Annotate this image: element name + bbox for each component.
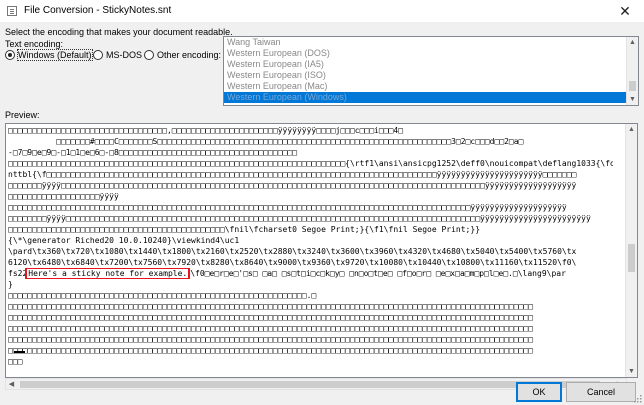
preview-line: □□□□□□□□ÿÿÿÿ□□□□□□□□□□□□□□□□□□□□□□□□□□□□…	[8, 214, 591, 223]
preview-line: □□□□□□□#□□□□C□□□□□□□S□□□□□□□□□□□□□□□□□□□…	[8, 137, 524, 146]
preview-text: □□□□□□□□□□□□□□□□□□□□□□□□□□□□□□□□□,□□□□□□…	[8, 125, 613, 367]
scroll-thumb[interactable]	[629, 81, 636, 91]
preview-line: □□□□□□□□□□□□□□□□□□□□□□□□□□□□□□□□□,□□□□□□…	[8, 126, 403, 135]
close-button[interactable]: ✕	[610, 1, 640, 21]
radio-label: MS-DOS	[106, 50, 142, 60]
preview-line: □□□	[8, 357, 23, 366]
cancel-button[interactable]: Cancel	[566, 382, 636, 402]
preview-pane[interactable]: □□□□□□□□□□□□□□□□□□□□□□□□□□□□□□□□□,□□□□□□…	[5, 123, 638, 378]
encoding-option[interactable]: Western European (DOS)	[224, 48, 638, 59]
text-cursor	[14, 351, 25, 353]
radio-selected-icon	[5, 50, 15, 60]
scroll-thumb[interactable]	[628, 244, 635, 272]
encoding-option[interactable]: Western European (Mac)	[224, 81, 638, 92]
radio-unselected-icon	[144, 50, 154, 60]
highlighted-note-text: Here's a sticky note for example.	[25, 268, 191, 279]
radio-unselected-icon	[93, 50, 103, 60]
preview-line: □□□□□□□ÿÿÿÿ□□□□□□□□□□□□□□□□□□□□□□□□□□□□□…	[8, 181, 577, 190]
preview-line: □□□□□□□□□□□□□□□□□□□□□□□□□□□□□□□□□□□□□□□□…	[8, 159, 613, 168]
document-icon	[7, 6, 17, 16]
scroll-thumb[interactable]	[20, 381, 600, 388]
preview-line: nttbl{\f□□□□□□□□□□□□□□□□□□□□□□□□□□□□□□□□…	[8, 170, 577, 179]
preview-line: □□□□□□□□□□□□□□□□□□□ÿÿÿÿ	[8, 192, 119, 201]
preview-line: □□□□□□□□□□□□□□□□□□□□□□□□□□□□□□□□□□□□□□□□…	[8, 291, 317, 300]
title-bar: File Conversion - StickyNotes.snt ✕	[0, 0, 644, 22]
preview-label: Preview:	[5, 110, 40, 120]
instructions-text: Select the encoding that makes your docu…	[5, 27, 233, 37]
preview-line: □□□□□□□□□□□□□□□□□□□□□□□□□□□□□□□□□□□□□□□□…	[8, 225, 481, 234]
preview-line: □□□□□□□□□□□□□□□□□□□□□□□□□□□□□□□□□□□□□□□□…	[8, 335, 533, 344]
radio-other-encoding[interactable]: Other encoding:	[144, 50, 221, 60]
encoding-list-scrollbar[interactable]: ▲ ▼	[626, 37, 638, 105]
encoding-option[interactable]: Western European (IA5)	[224, 59, 638, 70]
preview-line: {\*\generator Riched20 10.0.10240}\viewk…	[8, 236, 240, 245]
preview-line: \pard\tx360\tx720\tx1080\tx1440\tx1800\t…	[8, 247, 577, 256]
preview-line: □□□□□□□□□□□□□□□□□□□□□□□□□□□□□□□□□□□□□□□□…	[8, 302, 533, 311]
radio-label: Other encoding:	[157, 50, 222, 60]
preview-vertical-scrollbar[interactable]: ▲ ▼	[625, 124, 637, 377]
text-encoding-label: Text encoding:	[5, 39, 64, 49]
preview-line: □□□□□□□□□□□□□□□□□□□□□□□□□□□□□□□□□□□□□□□□…	[8, 203, 567, 212]
preview-line: -□7□9□e□9□-□1□1□e□6□-□8□□□□□□□□□□□□□□□□□…	[8, 148, 297, 157]
radio-windows-default[interactable]: Windows (Default)	[5, 49, 93, 61]
scroll-left-icon[interactable]: ◀	[6, 379, 17, 390]
encoding-option-selected[interactable]: Western European (Windows)	[224, 92, 638, 103]
scroll-down-icon[interactable]: ▼	[626, 366, 637, 377]
preview-line-highlighted: fs22Here's a sticky note for example. \f0…	[8, 268, 613, 279]
encoding-option[interactable]: Western European (ISO)	[224, 70, 638, 81]
ok-button[interactable]: OK	[516, 382, 562, 402]
radio-ms-dos[interactable]: MS-DOS	[93, 50, 142, 60]
preview-line: □□□□□□□□□□□□□□□□□□□□□□□□□□□□□□□□□□□□□□□□…	[8, 313, 533, 322]
highlight-suffix: \f0□e□r□e□'□s□ □a□ □s□t□i□c□k□y□ □n□o□t□…	[190, 269, 566, 278]
preview-line: 6120\tx6480\tx6840\tx7200\tx7560\tx7920\…	[8, 258, 577, 267]
scroll-up-icon[interactable]: ▲	[627, 37, 638, 48]
encoding-list[interactable]: Wang Taiwan Western European (DOS) Weste…	[223, 36, 639, 106]
radio-label: Windows (Default)	[17, 49, 93, 61]
encoding-option[interactable]: Wang Taiwan	[224, 37, 638, 48]
preview-line: □□□□□□□□□□□□□□□□□□□□□□□□□□□□□□□□□□□□□□□□…	[8, 324, 533, 333]
resize-grip-icon[interactable]	[634, 395, 642, 403]
scroll-up-icon[interactable]: ▲	[626, 124, 637, 135]
preview-line: □□□□□□□□□□□□□□□□□□□□□□□□□□□□□□□□□□□□□□□□…	[8, 346, 533, 355]
window-title: File Conversion - StickyNotes.snt	[24, 5, 172, 16]
scroll-down-icon[interactable]: ▼	[627, 94, 638, 105]
preview-line: }	[8, 280, 13, 289]
